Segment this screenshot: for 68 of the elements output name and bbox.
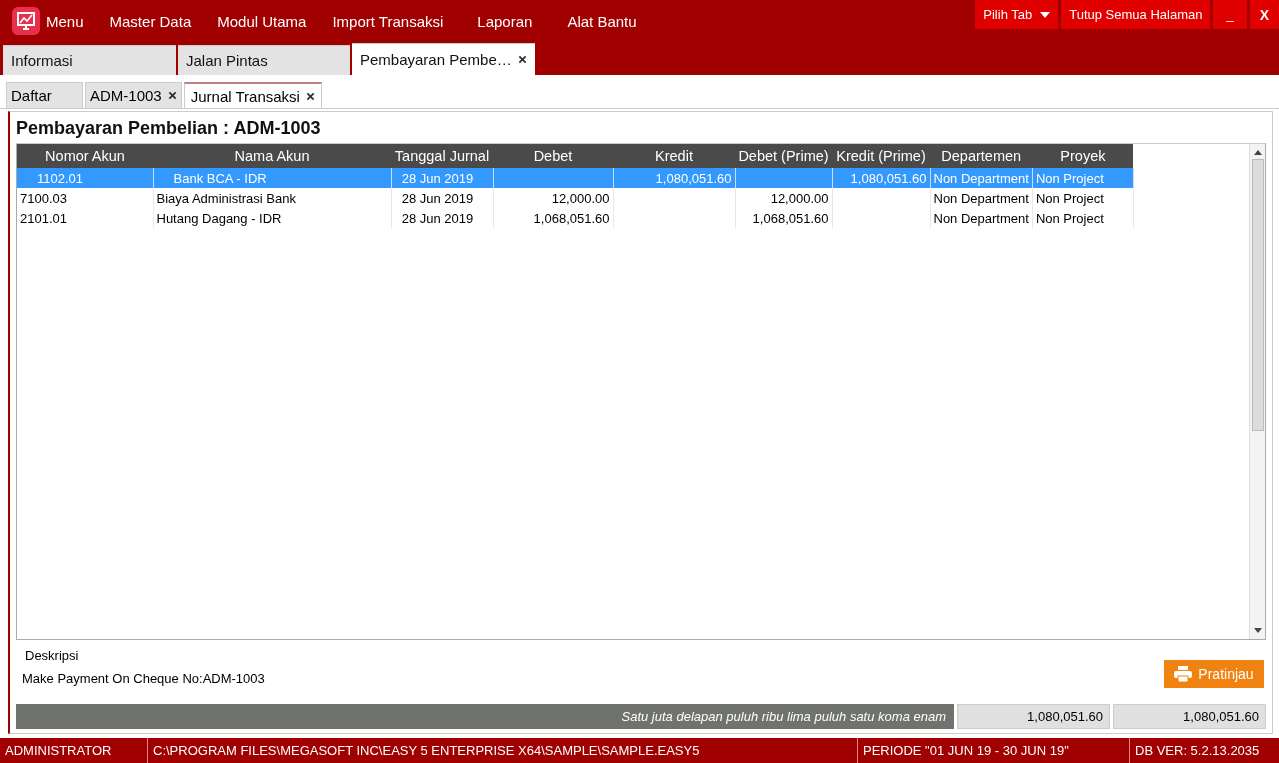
table-cell: Non Department — [930, 208, 1033, 228]
close-icon[interactable] — [305, 91, 315, 101]
tab[interactable]: Pembayaran Pembe… — [352, 43, 535, 75]
table-cell: 28 Jun 2019 — [391, 208, 493, 228]
column-header[interactable]: Kredit (Prime) — [832, 144, 930, 168]
table-cell: 1,068,051.60 — [735, 208, 832, 228]
tab[interactable]: Jurnal Transaksi — [183, 82, 322, 108]
total-debit-field: 1,080,051.60 — [957, 704, 1110, 729]
column-header[interactable]: Nomor Akun — [17, 144, 153, 168]
caret-icon — [1040, 11, 1051, 18]
table-cell: 1102.01 — [17, 168, 153, 188]
menu-item[interactable]: Menu — [46, 12, 84, 30]
column-header[interactable]: Kredit — [613, 144, 735, 168]
menu-item[interactable]: Laporan — [477, 12, 533, 30]
status-text: PERIODE "01 JUN 19 - 30 JUN 19" — [858, 738, 1130, 763]
description-text: Make Payment On Cheque No:ADM-1003 — [22, 671, 265, 686]
status-text: DB VER: 5.2.13.2035 — [1134, 742, 1261, 760]
table-cell: Non Department — [930, 188, 1033, 208]
close-icon[interactable] — [167, 91, 177, 100]
column-header[interactable]: Proyek — [1032, 144, 1134, 168]
app-logo-icon[interactable] — [12, 7, 40, 35]
close-button[interactable]: X — [1249, 0, 1279, 29]
table-cell: 1,080,051.60 — [832, 168, 930, 188]
scroll-up-icon[interactable] — [1253, 150, 1262, 155]
table-row[interactable]: 7100.03 Biaya Administrasi Bank 28 Jun 2019 12,000.00 12,000.00 Non Department Non Project — [17, 188, 1134, 208]
table-cell: Non Project — [1032, 208, 1134, 228]
tab[interactable]: Jalan Pintas — [178, 45, 350, 75]
menu-item[interactable]: Import Transaksi — [332, 12, 444, 30]
table-cell: Non Project — [1032, 188, 1134, 208]
table-cell: Biaya Administrasi Bank — [153, 188, 391, 208]
field-label: Deskripsi — [25, 648, 80, 663]
page-title: Pembayaran Pembelian : ADM-1003 — [16, 118, 322, 139]
tab[interactable]: Daftar — [6, 82, 83, 108]
close-all-button[interactable]: Tutup Semua Halaman — [1061, 0, 1211, 29]
table-cell: Bank BCA - IDR — [153, 168, 391, 188]
total-credit-field: 1,080,051.60 — [1113, 704, 1266, 729]
table-cell: 1,068,051.60 — [493, 208, 613, 228]
menu-item[interactable]: Modul Utama — [217, 12, 307, 30]
table-cell: 28 Jun 2019 — [391, 168, 493, 188]
status-text: C:\PROGRAM FILES\MEGASOFT INC\EASY 5 ENTERPRISE X64\SAMPLE\SAMPLE.EASY5 — [148, 738, 858, 763]
table-cell: 12,000.00 — [493, 188, 613, 208]
table-cell: 7100.03 — [17, 188, 153, 208]
column-header[interactable]: Debet — [493, 144, 613, 168]
table-cell: 12,000.00 — [735, 188, 832, 208]
tab-picker-button[interactable]: Pilih Tab — [975, 0, 1059, 29]
scroll-down-icon[interactable] — [1253, 628, 1262, 633]
printer-icon — [1174, 666, 1193, 682]
table-cell: Non Department — [930, 168, 1033, 188]
menu-item[interactable]: Alat Bantu — [567, 12, 637, 30]
menu-item[interactable]: Master Data — [109, 12, 192, 30]
table-cell: 28 Jun 2019 — [391, 188, 493, 208]
minimize-button[interactable]: _ — [1213, 0, 1247, 29]
amount-in-words: Satu juta delapan puluh ribu lima puluh satu koma enam — [16, 704, 954, 729]
table-cell: 1,080,051.60 — [613, 168, 735, 188]
column-header[interactable]: Debet (Prime) — [735, 144, 832, 168]
table-cell: 2101.01 — [17, 208, 153, 228]
scrollbar-thumb[interactable] — [1251, 159, 1264, 431]
tab[interactable]: ADM-1003 — [85, 82, 182, 108]
column-header[interactable]: Departemen — [930, 144, 1033, 168]
column-header[interactable]: Nama Akun — [153, 144, 391, 168]
status-text: ADMINISTRATOR — [0, 738, 148, 763]
table-cell: Hutang Dagang - IDR — [153, 208, 391, 228]
close-icon[interactable] — [517, 55, 527, 64]
tab[interactable]: Informasi — [3, 45, 176, 75]
table-row[interactable]: 2101.01 Hutang Dagang - IDR 28 Jun 2019 1,068,051.60 1,068,051.60 Non Department Non Project — [17, 208, 1134, 228]
column-header[interactable]: Tanggal Jurnal — [391, 144, 493, 168]
table-cell: Non Project — [1032, 168, 1134, 188]
scrollbar[interactable] — [1249, 144, 1265, 639]
